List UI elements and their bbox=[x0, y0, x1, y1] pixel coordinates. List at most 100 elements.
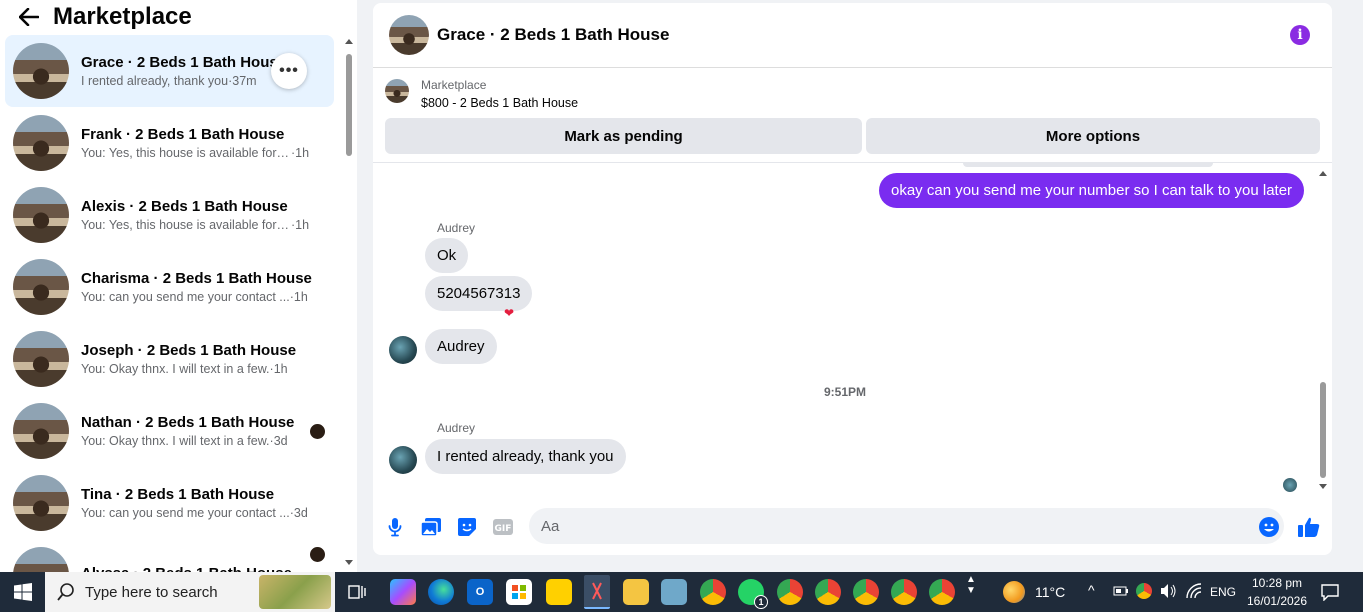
conversation-text: Joseph · 2 Beds 1 Bath House You: Okay th… bbox=[81, 342, 316, 376]
listing-thumbnail[interactable] bbox=[389, 15, 429, 55]
conversation-text: Charisma · 2 Beds 1 Bath House You: can y… bbox=[81, 270, 316, 304]
sender-name: Audrey bbox=[437, 221, 476, 235]
file-explorer-icon[interactable] bbox=[623, 579, 649, 605]
chat-header: Grace · 2 Beds 1 Bath House i bbox=[373, 3, 1332, 68]
conversation-item[interactable]: Charisma · 2 Beds 1 Bath House You: can y… bbox=[5, 251, 334, 323]
chrome-profile-icon[interactable] bbox=[853, 579, 879, 605]
back-arrow-icon[interactable] bbox=[17, 5, 41, 29]
microsoft-store-icon[interactable] bbox=[506, 579, 532, 605]
sidebar-scroll-thumb[interactable] bbox=[346, 54, 352, 156]
conversation-preview: You: Okay thnx. I will text in a few. · 3d bbox=[81, 434, 316, 448]
clock-date[interactable]: 16/01/2026 bbox=[1246, 594, 1308, 608]
listing-thumbnail bbox=[13, 43, 69, 99]
edge-browser-icon[interactable] bbox=[428, 579, 454, 605]
chrome-profile-icon[interactable] bbox=[815, 579, 841, 605]
sticker-icon[interactable] bbox=[456, 516, 478, 538]
listing-label: Marketplace bbox=[421, 78, 487, 92]
wifi-icon[interactable] bbox=[1186, 583, 1202, 602]
incoming-message[interactable]: 5204567313 bbox=[425, 276, 533, 311]
incoming-message[interactable]: I rented already, thank you bbox=[425, 439, 626, 474]
conversation-item[interactable]: Alyssa · 2 Beds 1 Bath House bbox=[5, 539, 334, 572]
windows-taskbar: Type here to search O 1 ▲ ▼ 11°C ^ ENG 10… bbox=[0, 572, 1363, 612]
conversation-item[interactable]: Nathan · 2 Beds 1 Bath House You: Okay th… bbox=[5, 395, 334, 467]
temperature[interactable]: 11°C bbox=[1035, 584, 1065, 600]
conversation-text: Tina · 2 Beds 1 Bath House You: can you s… bbox=[81, 486, 316, 520]
chat-title[interactable]: Grace · 2 Beds 1 Bath House bbox=[437, 25, 669, 45]
chrome-profile-icon[interactable] bbox=[929, 579, 955, 605]
gif-icon[interactable]: GIF bbox=[492, 516, 514, 538]
photo-icon[interactable] bbox=[420, 516, 442, 538]
mark-as-pending-button[interactable]: Mark as pending bbox=[385, 118, 862, 154]
outgoing-message[interactable]: okay can you send me your number so I ca… bbox=[879, 173, 1305, 208]
svg-text:GIF: GIF bbox=[495, 524, 512, 534]
message-input[interactable] bbox=[529, 508, 1284, 544]
emoji-icon[interactable] bbox=[1258, 516, 1280, 538]
scroll-up-icon[interactable] bbox=[345, 38, 353, 44]
copilot-icon[interactable] bbox=[390, 579, 416, 605]
conversation-time: 1h bbox=[293, 290, 308, 304]
chat-scroll-thumb[interactable] bbox=[1320, 382, 1326, 478]
heart-reaction-icon[interactable]: ❤ bbox=[504, 306, 514, 320]
language-indicator[interactable]: ENG bbox=[1210, 585, 1236, 599]
sticky-notes-icon[interactable] bbox=[546, 579, 572, 605]
search-highlight-illustration bbox=[259, 575, 331, 609]
conversation-snippet: You: can you send me your contact ... bbox=[81, 506, 290, 520]
weather-icon[interactable] bbox=[1003, 581, 1025, 603]
listing-small-thumbnail[interactable] bbox=[385, 79, 409, 103]
taskbar-search[interactable]: Type here to search bbox=[45, 572, 335, 612]
conversation-title: Alexis · 2 Beds 1 Bath House bbox=[81, 198, 288, 215]
conversation-preview: You: can you send me your contact ... · 3d bbox=[81, 506, 316, 520]
conversation-item[interactable]: Joseph · 2 Beds 1 Bath House You: Okay th… bbox=[5, 323, 334, 395]
listing-price[interactable]: $800 - 2 Beds 1 Bath House bbox=[421, 96, 578, 110]
chrome-profile-icon[interactable] bbox=[891, 579, 917, 605]
conversation-time: 3d bbox=[293, 506, 308, 520]
conversation-snippet: You: Yes, this house is available for r.… bbox=[81, 218, 291, 232]
chrome-tray-icon[interactable] bbox=[1136, 583, 1152, 599]
conversation-title: Frank · 2 Beds 1 Bath House bbox=[81, 126, 285, 143]
sidebar-scrollbar[interactable] bbox=[344, 38, 354, 568]
conversation-item[interactable]: Tina · 2 Beds 1 Bath House You: can you s… bbox=[5, 467, 334, 539]
conversation-item[interactable]: Grace · 2 Beds 1 Bath House I rented alre… bbox=[5, 35, 334, 107]
incoming-message[interactable]: Audrey bbox=[425, 329, 497, 364]
incoming-message[interactable]: Ok bbox=[425, 238, 469, 273]
avatar[interactable] bbox=[389, 336, 417, 364]
like-thumbs-up-icon[interactable] bbox=[1298, 516, 1320, 538]
seen-indicator-avatar bbox=[1283, 478, 1297, 492]
outlook-icon[interactable]: O bbox=[467, 579, 493, 605]
snipping-tool-icon[interactable] bbox=[584, 575, 610, 609]
clock-time[interactable]: 10:28 pm bbox=[1246, 576, 1308, 590]
battery-icon[interactable] bbox=[1113, 585, 1129, 600]
conversation-text: Alyssa · 2 Beds 1 Bath House bbox=[81, 565, 316, 572]
info-icon[interactable]: i bbox=[1290, 25, 1310, 45]
chat-scrollbar[interactable] bbox=[1317, 168, 1329, 498]
chrome-profile-icon[interactable] bbox=[777, 579, 803, 605]
volume-icon[interactable] bbox=[1160, 583, 1178, 602]
more-options-button[interactable]: More options bbox=[866, 118, 1320, 154]
scroll-up-icon[interactable] bbox=[1319, 170, 1327, 176]
conversation-snippet: I rented already, thank you bbox=[81, 74, 229, 88]
chrome-profile-icon[interactable] bbox=[700, 579, 726, 605]
task-view-icon[interactable] bbox=[344, 579, 370, 605]
message-thread: okay can you send me your number so I ca… bbox=[373, 163, 1332, 498]
notepad-icon[interactable] bbox=[661, 579, 687, 605]
listing-thumbnail bbox=[13, 547, 69, 572]
taskbar-overflow-arrows-icon[interactable]: ▲ ▼ bbox=[966, 574, 976, 596]
conversation-time: 1h bbox=[273, 362, 288, 376]
microphone-icon[interactable] bbox=[384, 516, 406, 538]
conversation-more-options-button[interactable]: ••• bbox=[271, 53, 307, 89]
avatar[interactable] bbox=[389, 446, 417, 474]
conversation-snippet: You: Okay thnx. I will text in a few. bbox=[81, 362, 270, 376]
listing-thumbnail bbox=[13, 403, 69, 459]
windows-start-icon[interactable] bbox=[0, 572, 45, 612]
scroll-down-icon[interactable] bbox=[345, 560, 353, 566]
notifications-icon[interactable] bbox=[1321, 583, 1339, 604]
conversation-item[interactable]: Alexis · 2 Beds 1 Bath House You: Yes, th… bbox=[5, 179, 334, 251]
scroll-down-icon[interactable] bbox=[1319, 484, 1327, 490]
previous-message-edge bbox=[963, 163, 1213, 167]
conversation-item[interactable]: Frank · 2 Beds 1 Bath House You: Yes, thi… bbox=[5, 107, 334, 179]
show-hidden-icons-chevron-up-icon[interactable]: ^ bbox=[1088, 582, 1095, 598]
whatsapp-icon[interactable]: 1 bbox=[738, 579, 768, 609]
app: Marketplace Grace · 2 Beds 1 Bath House I… bbox=[0, 0, 1363, 612]
conversation-title: Charisma · 2 Beds 1 Bath House bbox=[81, 270, 312, 287]
listing-thumbnail bbox=[13, 475, 69, 531]
